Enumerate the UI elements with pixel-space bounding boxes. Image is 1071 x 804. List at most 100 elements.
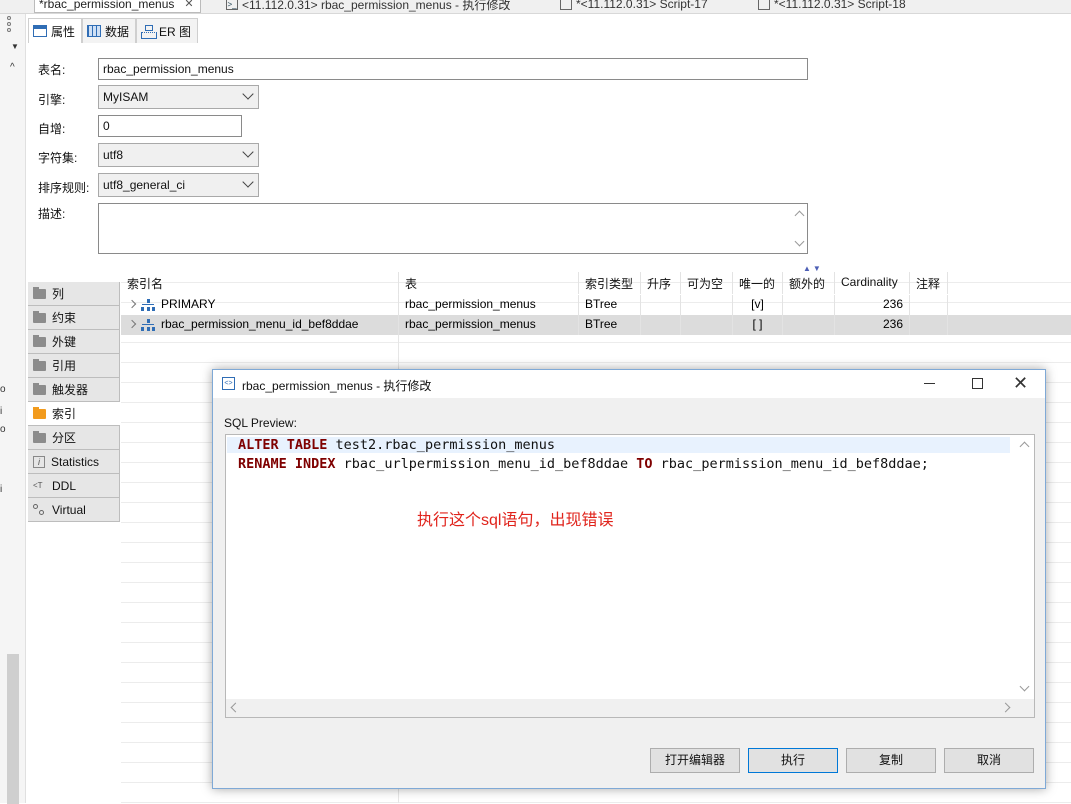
scroll-down-icon[interactable] [1019, 681, 1030, 692]
execute-button[interactable]: 执行 [748, 748, 838, 773]
open-editor-button[interactable]: 打开编辑器 [650, 748, 740, 773]
collation-label: 排序规则: [38, 181, 90, 195]
sql-script-icon: <> [222, 377, 235, 390]
expand-chevron-icon[interactable] [127, 319, 137, 329]
close-icon[interactable]: ✕ [184, 0, 193, 10]
description-label: 描述: [38, 207, 66, 221]
left-scrollbar[interactable] [7, 654, 19, 804]
cell-extra [783, 315, 835, 335]
folder-icon [33, 406, 46, 419]
editor-tab-script-18-label: *<11.112.0.31> Script-18 [774, 0, 906, 11]
editor-tab-execute[interactable]: >_ <11.112.0.31> rbac_permission_menus -… [226, 0, 510, 13]
info-icon: i [33, 455, 45, 468]
nav-item-ddl[interactable]: <T DDL [28, 474, 120, 498]
nav-item-label: DDL [52, 478, 77, 493]
folder-icon [33, 286, 46, 299]
column-header[interactable]: 注释 [910, 272, 948, 294]
sql-line-1: ALTER TABLE test2.rbac_permission_menus [227, 437, 1010, 453]
cell-ascending [641, 315, 681, 335]
scroll-right-icon[interactable] [1000, 702, 1011, 713]
editor-tab-script-18[interactable]: *<11.112.0.31> Script-18 [758, 0, 906, 13]
sql-console-icon: >_ [226, 0, 238, 10]
nav-item-virtual[interactable]: Virtual [28, 498, 120, 522]
minimize-icon[interactable] [924, 383, 935, 384]
table-row[interactable]: rbac_permission_menu_id_bef8ddae rbac_pe… [121, 315, 1071, 335]
script-icon [560, 0, 572, 10]
cancel-button[interactable]: 取消 [944, 748, 1034, 773]
column-header[interactable]: 表 [399, 272, 579, 294]
auto-increment-label: 自增: [38, 122, 66, 136]
cell-comment [910, 295, 948, 315]
clipped-text-fragment: o [0, 384, 6, 395]
cell-cardinality: 236 [835, 295, 910, 315]
charset-select[interactable]: utf8 [98, 143, 259, 167]
nav-item-partitions[interactable]: 分区 [28, 426, 120, 450]
sql-text: test2.rbac_permission_menus [327, 437, 555, 453]
sql-keyword: ALTER TABLE [238, 437, 328, 453]
nav-item-references[interactable]: 引用 [28, 354, 120, 378]
tab-properties[interactable]: 属性 [28, 18, 83, 43]
collation-select[interactable]: utf8_general_ci [98, 173, 259, 197]
description-textarea[interactable] [98, 203, 808, 254]
column-header[interactable]: 索引类型 [579, 272, 641, 294]
table-row[interactable]: PRIMARY rbac_permission_menus BTree [v] … [121, 295, 1071, 315]
tab-data[interactable]: 数据 [82, 18, 137, 43]
collation-select-value: utf8_general_ci [103, 178, 186, 192]
cell-index-type: BTree [579, 315, 641, 335]
nav-item-label: 分区 [52, 431, 77, 445]
column-header[interactable]: Cardinality [835, 272, 910, 294]
ddl-icon: <T [33, 480, 43, 490]
close-icon[interactable]: ✕ [1013, 373, 1028, 393]
horizontal-scrollbar[interactable] [226, 699, 1034, 717]
folder-icon [33, 430, 46, 443]
nav-item-columns[interactable]: 列 [28, 282, 120, 306]
drag-handle-icon[interactable] [7, 16, 11, 36]
tab-er-diagram[interactable]: ER 图 [136, 18, 199, 43]
clipped-text-fragment: i [0, 484, 3, 495]
cell-extra [783, 295, 835, 315]
nav-item-statistics[interactable]: i Statistics [28, 450, 120, 474]
virtual-icon [33, 503, 46, 516]
column-header[interactable]: 索引名 [121, 272, 399, 294]
maximize-icon[interactable] [972, 378, 983, 389]
cell-ascending [641, 295, 681, 315]
vertical-scrollbar[interactable] [1016, 435, 1034, 701]
charset-label: 字符集: [38, 151, 78, 165]
column-header[interactable]: 唯一的 [733, 272, 783, 294]
expand-chevron-icon[interactable] [127, 299, 137, 309]
sql-keyword: RENAME INDEX [238, 456, 336, 472]
nav-item-triggers[interactable]: 触发器 [28, 378, 120, 402]
index-icon [141, 299, 155, 311]
nav-item-label: 索引 [52, 407, 77, 421]
nav-item-indexes[interactable]: 索引 [28, 402, 120, 426]
column-header[interactable]: 额外的 [783, 272, 835, 294]
scroll-down-icon[interactable] [794, 236, 805, 247]
cell-unique: [v] [733, 295, 783, 315]
er-diagram-icon [141, 25, 158, 39]
charset-select-value: utf8 [103, 148, 124, 162]
properties-icon [33, 25, 47, 37]
execute-changes-dialog: <> rbac_permission_menus - 执行修改 ✕ SQL Pr… [212, 369, 1046, 789]
table-name-field[interactable]: rbac_permission_menus [98, 58, 808, 80]
dropdown-triangle-icon[interactable]: ▼ [11, 42, 19, 51]
engine-label: 引擎: [38, 93, 66, 107]
scroll-left-icon[interactable] [230, 702, 241, 713]
sql-text: rbac_urlpermission_menu_id_bef8ddae [335, 456, 637, 472]
nav-item-foreign-keys[interactable]: 外键 [28, 330, 120, 354]
dialog-title-bar[interactable]: <> rbac_permission_menus - 执行修改 ✕ [213, 370, 1045, 398]
sql-line-2: RENAME INDEX rbac_urlpermission_menu_id_… [238, 456, 929, 472]
auto-increment-field[interactable]: 0 [98, 115, 242, 137]
sql-keyword: TO [636, 456, 653, 472]
scroll-up-icon[interactable] [1019, 441, 1030, 452]
column-header[interactable]: 可为空 [681, 272, 733, 294]
engine-select[interactable]: MyISAM [98, 85, 259, 109]
editor-tab-script-17[interactable]: *<11.112.0.31> Script-17 [560, 0, 708, 13]
sql-preview-editor[interactable]: ALTER TABLE test2.rbac_permission_menus … [225, 434, 1035, 718]
scroll-up-icon[interactable] [794, 210, 805, 221]
nav-item-constraints[interactable]: 约束 [28, 306, 120, 330]
column-header[interactable]: 升序 [641, 272, 681, 294]
copy-button[interactable]: 复制 [846, 748, 936, 773]
collapse-up-icon[interactable]: ^ [10, 62, 15, 73]
cell-nullable [681, 295, 733, 315]
editor-tab-table[interactable]: *rbac_permission_menus ✕ [34, 0, 201, 13]
